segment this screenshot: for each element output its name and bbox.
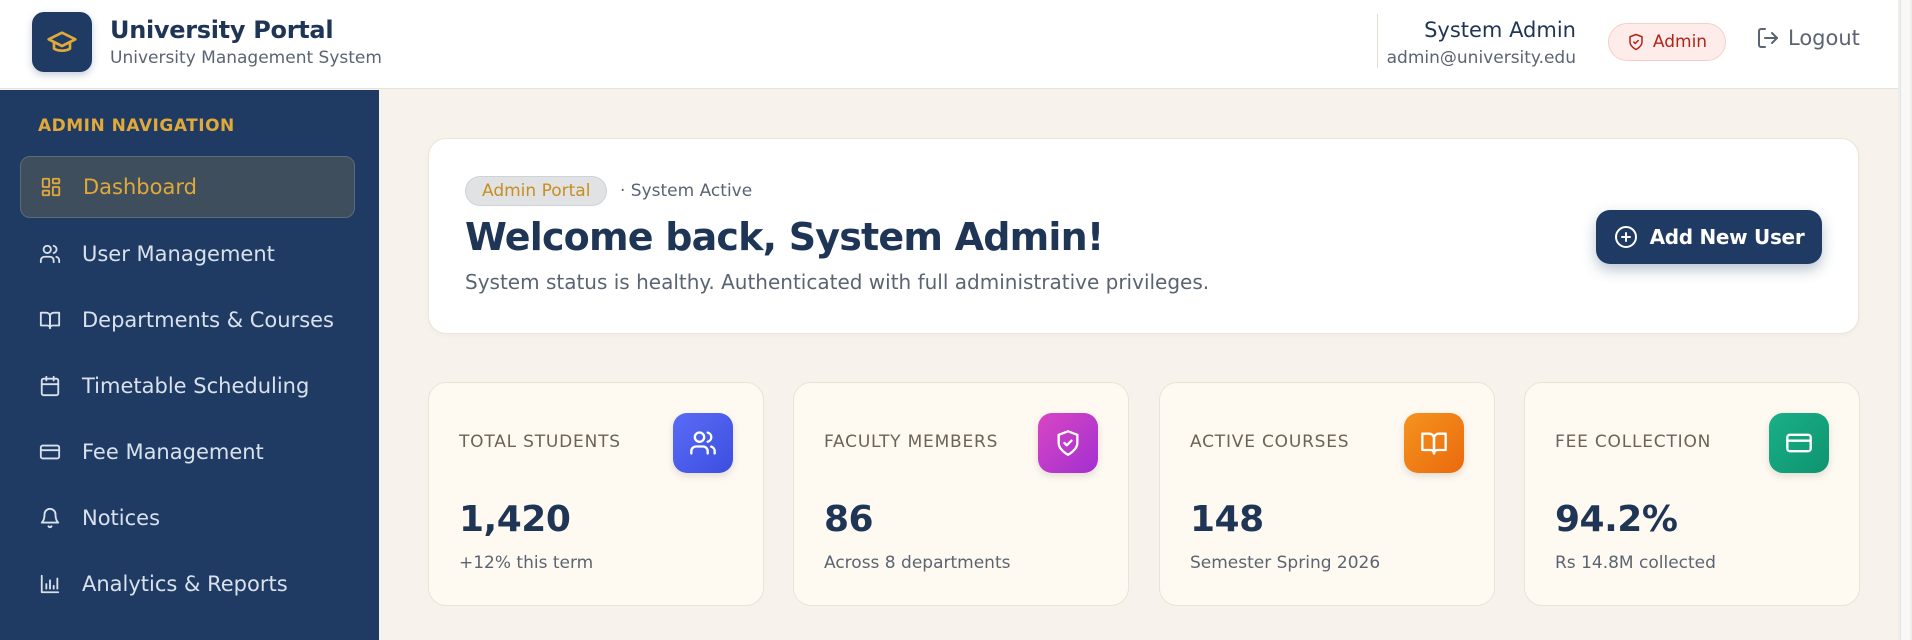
sidebar-item-label: Departments & Courses <box>82 308 334 332</box>
stat-value: 94.2% <box>1555 499 1678 540</box>
sidebar-item-timetable[interactable]: Timetable Scheduling <box>20 355 355 417</box>
logout-icon <box>1758 28 1778 48</box>
stat-label: FACULTY MEMBERS <box>824 432 999 452</box>
app-subtitle: University Management System <box>110 48 382 68</box>
logout-label: Logout <box>1788 26 1860 50</box>
welcome-card: Admin Portal · System Active Welcome bac… <box>428 138 1859 334</box>
sidebar-item-fee-management[interactable]: Fee Management <box>20 421 355 483</box>
logout-button[interactable]: Logout <box>1756 26 1860 50</box>
add-new-user-label: Add New User <box>1649 225 1805 249</box>
user-name: System Admin <box>1424 18 1576 42</box>
sidebar-item-user-management[interactable]: User Management <box>20 223 355 285</box>
stat-label: ACTIVE COURSES <box>1190 432 1350 452</box>
shield-check-icon <box>1038 413 1098 473</box>
stat-card-active-courses: ACTIVE COURSES 148 Semester Spring 2026 <box>1159 382 1495 606</box>
book-icon <box>38 308 62 332</box>
top-header: University Portal University Management … <box>0 0 1898 89</box>
sidebar-item-label: Fee Management <box>82 440 264 464</box>
system-status: · System Active <box>620 181 753 201</box>
stat-label: TOTAL STUDENTS <box>459 432 621 452</box>
stat-subtext: +12% this term <box>459 553 594 573</box>
users-icon <box>38 242 62 266</box>
credit-card-icon <box>38 440 62 464</box>
bar-chart-icon <box>38 572 62 596</box>
sidebar-item-label: Dashboard <box>83 175 197 199</box>
page-scrollbar[interactable] <box>1898 0 1912 640</box>
sidebar-item-notices[interactable]: Notices <box>20 487 355 549</box>
sidebar: ADMIN NAVIGATION Dashboard User Manageme… <box>0 90 379 640</box>
stat-label: FEE COLLECTION <box>1555 432 1712 452</box>
scrollbar-thumb[interactable] <box>1900 0 1910 640</box>
sidebar-item-label: Analytics & Reports <box>82 572 288 596</box>
user-email: admin@university.edu <box>1386 48 1576 68</box>
stat-card-fee-collection: FEE COLLECTION 94.2% Rs 14.8M collected <box>1524 382 1860 606</box>
header-divider <box>1377 14 1378 68</box>
sidebar-item-dashboard[interactable]: Dashboard <box>20 156 355 218</box>
calendar-icon <box>38 374 62 398</box>
sidebar-item-label: User Management <box>82 242 275 266</box>
stat-subtext: Rs 14.8M collected <box>1555 553 1716 573</box>
role-badge: Admin <box>1608 23 1726 61</box>
sidebar-item-label: Notices <box>82 506 161 530</box>
graduation-cap-icon <box>32 12 92 72</box>
stat-value: 1,420 <box>459 499 571 540</box>
welcome-title: Welcome back, System Admin! <box>465 215 1104 259</box>
app-title: University Portal <box>110 16 334 44</box>
stat-subtext: Semester Spring 2026 <box>1190 553 1381 573</box>
credit-card-icon <box>1769 413 1829 473</box>
stat-card-total-students: TOTAL STUDENTS 1,420 +12% this term <box>428 382 764 606</box>
sidebar-item-departments[interactable]: Departments & Courses <box>20 289 355 351</box>
portal-badge: Admin Portal <box>465 176 608 206</box>
users-icon <box>673 413 733 473</box>
welcome-description: System status is healthy. Authenticated … <box>465 270 1210 294</box>
role-badge-label: Admin <box>1652 32 1708 52</box>
stat-card-faculty-members: FACULTY MEMBERS 86 Across 8 departments <box>793 382 1129 606</box>
dashboard-grid-icon <box>39 175 63 199</box>
stat-subtext: Across 8 departments <box>824 553 1011 573</box>
add-new-user-button[interactable]: Add New User <box>1596 210 1822 264</box>
book-open-icon <box>1404 413 1464 473</box>
stat-value: 148 <box>1190 499 1264 540</box>
plus-circle-icon <box>1614 226 1637 248</box>
stat-value: 86 <box>824 499 874 540</box>
sidebar-heading: ADMIN NAVIGATION <box>38 116 235 136</box>
sidebar-item-analytics[interactable]: Analytics & Reports <box>20 553 355 615</box>
bell-icon <box>38 506 62 530</box>
sidebar-item-label: Timetable Scheduling <box>82 374 310 398</box>
shield-icon <box>1629 33 1643 51</box>
